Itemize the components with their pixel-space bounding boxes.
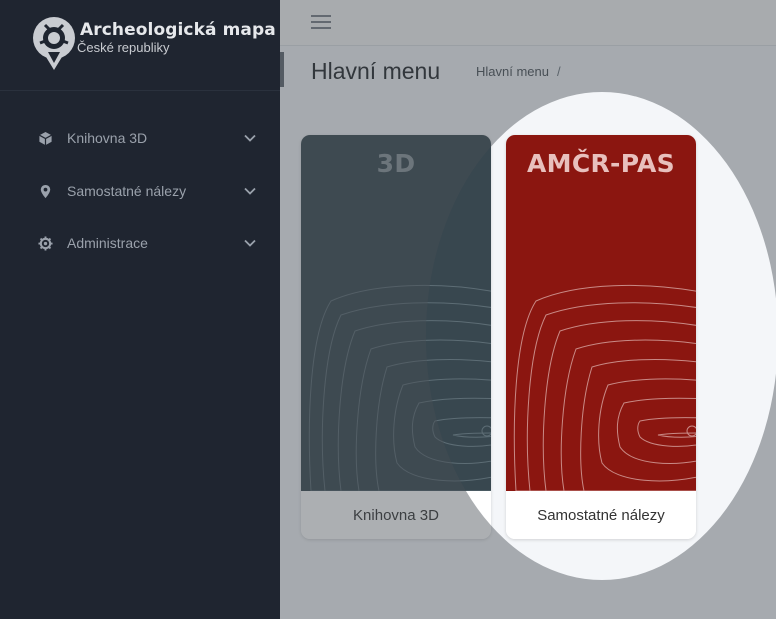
- page-title: Hlavní menu: [311, 58, 441, 84]
- sidebar-item-label: Knihovna 3D: [67, 130, 148, 146]
- sidebar-item-administrace[interactable]: Administrace: [38, 232, 258, 254]
- chevron-down-icon[interactable]: [242, 183, 258, 199]
- brand-title: Archeologická mapa: [80, 20, 276, 40]
- card-heading: 3D: [376, 149, 416, 178]
- sidebar-item-samostatne-nalezy[interactable]: Samostatné nálezy: [38, 180, 258, 202]
- card-label: Samostatné nálezy: [506, 491, 696, 539]
- sidebar-item-knihovna-3d[interactable]: Knihovna 3D: [38, 127, 258, 149]
- title-accent-bar: [280, 52, 284, 87]
- contour-lines-icon: [308, 284, 491, 491]
- card-knihovna-3d[interactable]: 3D Knihovna 3D: [301, 135, 491, 539]
- sidebar-item-label: Administrace: [67, 235, 148, 251]
- chevron-down-icon[interactable]: [242, 130, 258, 146]
- card-label: Knihovna 3D: [301, 491, 491, 539]
- card-banner: 3D: [301, 135, 491, 491]
- brand[interactable]: Archeologická mapa České republiky: [0, 0, 280, 91]
- page-header: Hlavní menu Hlavní menu /: [280, 46, 776, 96]
- breadcrumb: Hlavní menu /: [476, 64, 561, 79]
- brand-subtitle: České republiky: [77, 40, 170, 55]
- breadcrumb-item[interactable]: Hlavní menu: [476, 64, 549, 79]
- card-heading: AMČR-PAS: [527, 149, 675, 178]
- contour-lines-icon: [513, 284, 696, 491]
- gear-icon: [38, 235, 58, 251]
- sidebar: Archeologická mapa České republiky Kniho…: [0, 0, 280, 619]
- breadcrumb-separator: /: [556, 64, 561, 79]
- amcr-logo-icon: [33, 17, 75, 70]
- top-navbar: [280, 0, 776, 46]
- sidebar-item-label: Samostatné nálezy: [67, 183, 187, 199]
- chevron-down-icon[interactable]: [242, 235, 258, 251]
- card-banner: AMČR-PAS: [506, 135, 696, 491]
- hamburger-menu-icon[interactable]: [309, 12, 333, 32]
- cube-icon: [38, 130, 58, 146]
- card-samostatne-nalezy[interactable]: AMČR-PAS Samostatné nálezy: [506, 135, 696, 539]
- map-pin-icon: [38, 183, 58, 199]
